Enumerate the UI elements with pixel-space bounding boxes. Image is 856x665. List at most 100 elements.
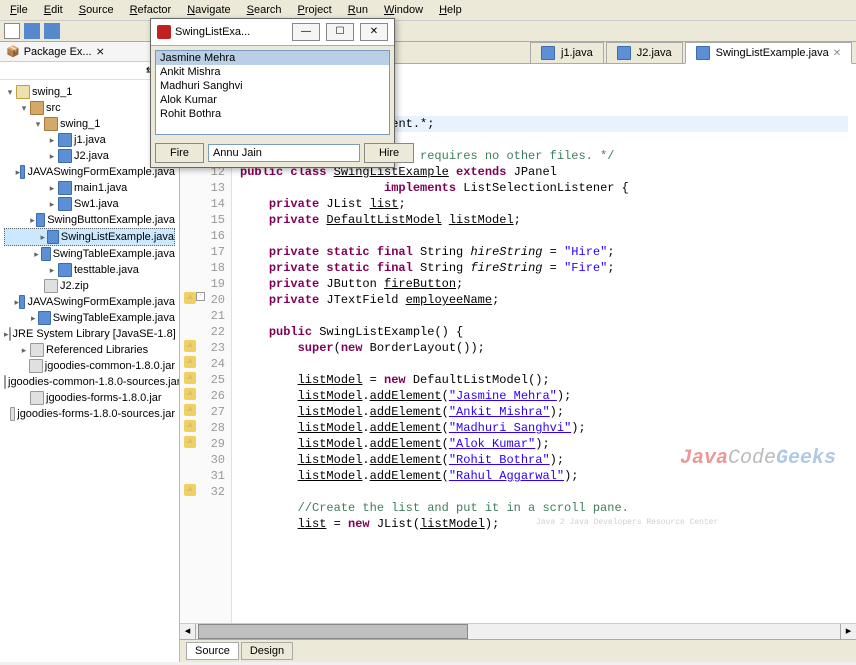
tree-node[interactable]: jgoodies-common-1.8.0.jar	[4, 358, 175, 374]
maximize-button[interactable]: ☐	[326, 23, 354, 41]
bottom-tab-source[interactable]: Source	[186, 642, 239, 660]
code-line[interactable]: implements ListSelectionListener {	[240, 180, 848, 196]
swing-titlebar[interactable]: SwingListExa... — ☐ ✕	[151, 19, 394, 46]
tree-toggle-icon[interactable]: ▸	[32, 249, 40, 260]
warning-marker-icon[interactable]: ⚠	[184, 292, 196, 304]
file-icon	[30, 101, 44, 115]
tree-node[interactable]: ▸Sw1.java	[4, 196, 175, 212]
code-line[interactable]: private static final String fireString =…	[240, 260, 848, 276]
menu-window[interactable]: Window	[378, 2, 429, 18]
list-item[interactable]: Rohit Bothra	[156, 107, 389, 121]
code-line[interactable]: listModel.addElement("Ankit Mishra");	[240, 404, 848, 420]
tree-toggle-icon[interactable]: ▸	[18, 345, 30, 356]
warning-marker-icon[interactable]: ⚠	[184, 484, 196, 496]
tree-toggle-icon[interactable]: ▸	[46, 183, 58, 194]
tree-node[interactable]: ▸JAVASwingFormExample.java	[4, 294, 175, 310]
code-line[interactable]: listModel = new DefaultListModel();	[240, 372, 848, 388]
code-line[interactable]: public SwingListExample() {	[240, 324, 848, 340]
code-line[interactable]: private JTextField employeeName;	[240, 292, 848, 308]
fold-icon[interactable]: -	[196, 292, 205, 301]
menu-source[interactable]: Source	[73, 2, 120, 18]
warning-marker-icon[interactable]: ⚠	[184, 436, 196, 448]
tree-node[interactable]: jgoodies-forms-1.8.0.jar	[4, 390, 175, 406]
menu-search[interactable]: Search	[241, 2, 288, 18]
editor-tab[interactable]: j1.java	[530, 42, 604, 63]
tree-node[interactable]: jgoodies-forms-1.8.0-sources.jar	[4, 406, 175, 422]
tree-node[interactable]: ▸JRE System Library [JavaSE-1.8]	[4, 326, 175, 342]
tree-toggle-icon[interactable]: ▸	[46, 199, 58, 210]
code-line[interactable]	[240, 356, 848, 372]
code-line[interactable]: super(new BorderLayout());	[240, 340, 848, 356]
new-icon[interactable]	[4, 23, 20, 39]
tree-toggle-icon[interactable]: ▸	[46, 151, 58, 162]
code-line[interactable]: listModel.addElement("Rahul Aggarwal");	[240, 468, 848, 484]
code-line[interactable]	[240, 308, 848, 324]
list-item[interactable]: Madhuri Sanghvi	[156, 79, 389, 93]
code-line[interactable]: listModel.addElement("Rohit Bothra");	[240, 452, 848, 468]
tree-toggle-icon[interactable]: ▸	[38, 232, 47, 243]
close-button[interactable]: ✕	[360, 23, 388, 41]
code-line[interactable]: listModel.addElement("Jasmine Mehra");	[240, 388, 848, 404]
menu-refactor[interactable]: Refactor	[124, 2, 178, 18]
bottom-tab-design[interactable]: Design	[241, 642, 293, 660]
tree-node[interactable]: ▸main1.java	[4, 180, 175, 196]
menu-edit[interactable]: Edit	[38, 2, 69, 18]
tree-toggle-icon[interactable]: ▸	[4, 329, 9, 340]
swing-app-window[interactable]: SwingListExa... — ☐ ✕ Jasmine MehraAnkit…	[150, 18, 395, 168]
list-item[interactable]: Alok Kumar	[156, 93, 389, 107]
code-line[interactable]	[240, 484, 848, 500]
tree-node[interactable]: J2.zip	[4, 278, 175, 294]
list-item[interactable]: Jasmine Mehra	[156, 51, 389, 65]
tree-toggle-icon[interactable]: ▸	[46, 135, 58, 146]
code-line[interactable]: //Create the list and put it in a scroll…	[240, 500, 848, 516]
warning-marker-icon[interactable]: ⚠	[184, 404, 196, 416]
tree-node[interactable]: ▸Referenced Libraries	[4, 342, 175, 358]
hire-button[interactable]: Hire	[364, 143, 414, 163]
code-line[interactable]: private DefaultListModel listModel;	[240, 212, 848, 228]
tree-toggle-icon[interactable]: ▾	[4, 87, 16, 98]
code-line[interactable]: list = new JList(listModel);	[240, 516, 848, 532]
code-line[interactable]: listModel.addElement("Alok Kumar");	[240, 436, 848, 452]
tree-node[interactable]: ▸SwingButtonExample.java	[4, 212, 175, 228]
tree-node[interactable]: ▸testtable.java	[4, 262, 175, 278]
tree-toggle-icon[interactable]: ▸	[29, 215, 36, 226]
code-line[interactable]: private JButton fireButton;	[240, 276, 848, 292]
tree-toggle-icon[interactable]: ▾	[32, 119, 44, 130]
tree-label: swing_1	[60, 118, 100, 130]
tree-node[interactable]: ▸SwingTableExample.java	[4, 246, 175, 262]
warning-marker-icon[interactable]: ⚠	[184, 420, 196, 432]
editor-tab[interactable]: J2.java	[606, 42, 683, 63]
warning-marker-icon[interactable]: ⚠	[184, 372, 196, 384]
warning-marker-icon[interactable]: ⚠	[184, 340, 196, 352]
save-all-icon[interactable]	[44, 23, 60, 39]
employee-name-input[interactable]	[208, 144, 360, 162]
java-cup-icon	[157, 25, 171, 39]
code-line[interactable]: private static final String hireString =…	[240, 244, 848, 260]
tree-toggle-icon[interactable]: ▸	[28, 313, 38, 324]
code-line[interactable]	[240, 228, 848, 244]
list-item[interactable]: Ankit Mishra	[156, 65, 389, 79]
tree-toggle-icon[interactable]: ▸	[46, 265, 58, 276]
menu-file[interactable]: File	[4, 2, 34, 18]
warning-marker-icon[interactable]: ⚠	[184, 388, 196, 400]
swing-employee-list[interactable]: Jasmine MehraAnkit MishraMadhuri Sanghvi…	[155, 50, 390, 135]
fire-button[interactable]: Fire	[155, 143, 204, 163]
menu-run[interactable]: Run	[342, 2, 374, 18]
tree-toggle-icon[interactable]: ▾	[18, 103, 30, 114]
horizontal-scrollbar[interactable]: ◂ ▸	[180, 623, 856, 639]
close-icon[interactable]: ✕	[833, 48, 841, 59]
save-icon[interactable]	[24, 23, 40, 39]
menu-navigate[interactable]: Navigate	[181, 2, 236, 18]
tree-node[interactable]: ▸SwingTableExample.java	[4, 310, 175, 326]
minimize-button[interactable]: —	[292, 23, 320, 41]
code-line[interactable]: listModel.addElement("Madhuri Sanghvi");	[240, 420, 848, 436]
code-line[interactable]: private JList list;	[240, 196, 848, 212]
menu-project[interactable]: Project	[292, 2, 338, 18]
editor-tab[interactable]: SwingListExample.java✕	[685, 42, 853, 64]
warning-marker-icon[interactable]: ⚠	[184, 356, 196, 368]
tree-node[interactable]: ▸SwingListExample.java	[4, 228, 175, 246]
tab-label: J2.java	[637, 47, 672, 59]
file-icon	[58, 263, 72, 277]
menu-help[interactable]: Help	[433, 2, 468, 18]
tree-node[interactable]: jgoodies-common-1.8.0-sources.jar	[4, 374, 175, 390]
